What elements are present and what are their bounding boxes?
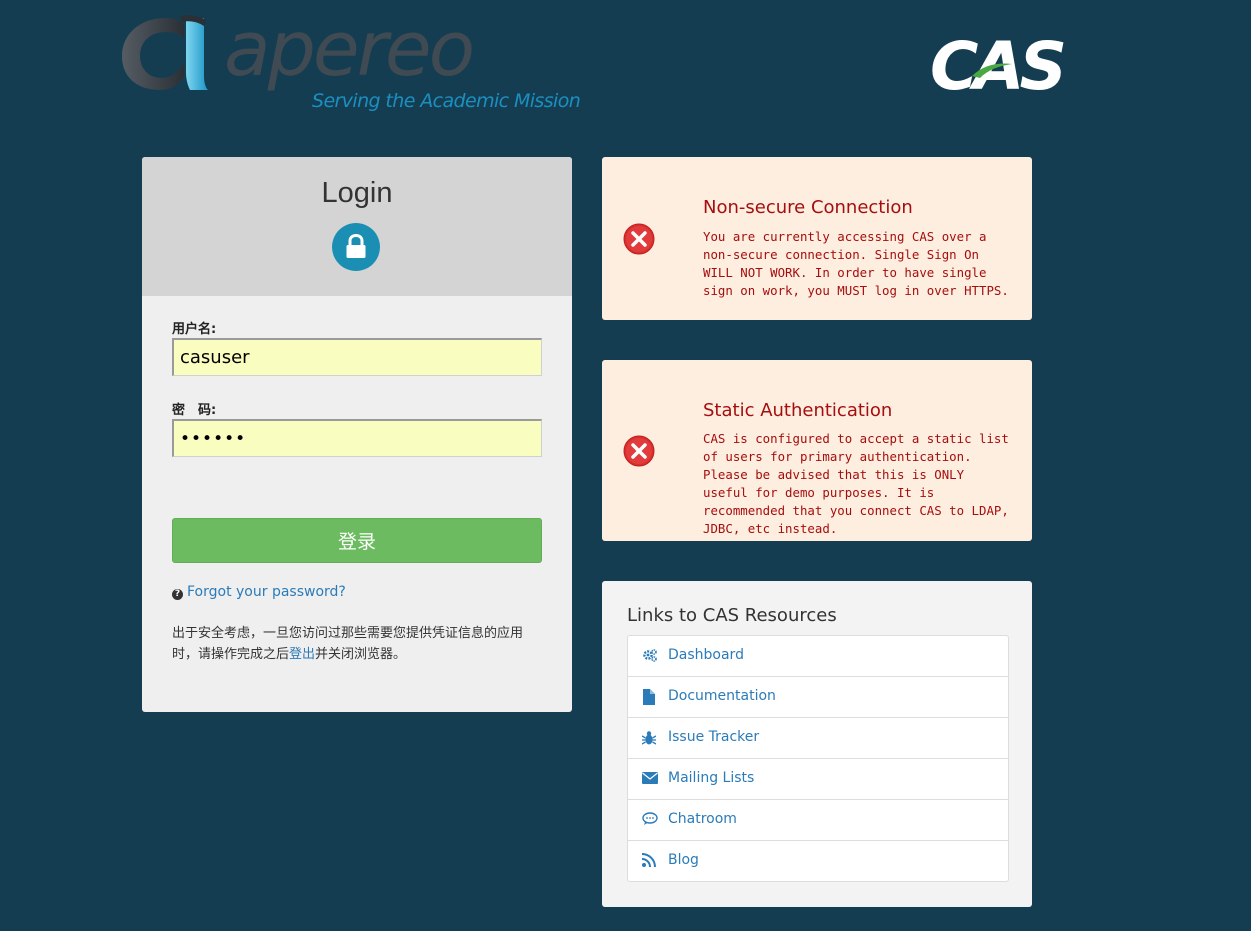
dashboard-link[interactable]: Dashboard xyxy=(668,647,744,663)
list-item: Chatroom xyxy=(628,800,1008,841)
apereo-mark-icon xyxy=(122,15,208,90)
password-input[interactable] xyxy=(172,419,542,457)
resources-list: Dashboard Documentation Issue Tracker Ma… xyxy=(627,635,1009,882)
security-note: 出于安全考虑，一旦您访问过那些需要您提供凭证信息的应用时，请操作完成之后登出并关… xyxy=(172,623,547,665)
file-icon xyxy=(643,689,655,705)
warning-card-static-auth: Static Authentication CAS is configured … xyxy=(602,360,1032,541)
list-item: Documentation xyxy=(628,677,1008,718)
warning-title: Non-secure Connection xyxy=(703,197,913,218)
list-item: Issue Tracker xyxy=(628,718,1008,759)
login-submit-button[interactable]: 登录 xyxy=(172,518,542,563)
cas-swoosh-icon xyxy=(972,63,1012,78)
username-label: 用户名: xyxy=(172,322,217,337)
warning-card-nonsecure: Non-secure Connection You are currently … xyxy=(602,157,1032,320)
warning-title: Static Authentication xyxy=(703,400,893,421)
envelope-icon xyxy=(642,772,658,784)
login-title: Login xyxy=(321,177,393,209)
bug-icon xyxy=(642,731,656,745)
login-header: Login xyxy=(142,157,572,296)
forgot-password-link[interactable]: Forgot your password? xyxy=(187,584,346,600)
apereo-logo: apereo Serving the Academic Mission xyxy=(120,4,600,124)
logout-link[interactable]: 登出 xyxy=(289,647,315,662)
error-x-icon xyxy=(623,435,655,467)
login-panel: Login 用户名: 密 码: 登录 ? Forgot your password… xyxy=(142,157,572,712)
apereo-wordmark: apereo xyxy=(224,4,475,93)
list-item: Mailing Lists xyxy=(628,759,1008,800)
security-note-text-end: 并关闭浏览器。 xyxy=(315,647,407,662)
list-item: Blog xyxy=(628,841,1008,881)
rss-icon xyxy=(642,853,656,867)
documentation-link[interactable]: Documentation xyxy=(668,688,776,704)
password-label: 密 码: xyxy=(172,403,217,418)
error-x-icon xyxy=(623,223,655,255)
comment-icon xyxy=(642,812,658,825)
mailing-lists-link[interactable]: Mailing Lists xyxy=(668,770,754,786)
resources-title: Links to CAS Resources xyxy=(627,605,837,626)
warning-body: CAS is configured to accept a static lis… xyxy=(703,431,1009,536)
chatroom-link[interactable]: Chatroom xyxy=(668,811,737,827)
issue-tracker-link[interactable]: Issue Tracker xyxy=(668,729,759,745)
blog-link[interactable]: Blog xyxy=(668,852,699,868)
lock-icon xyxy=(346,234,366,258)
lock-badge xyxy=(332,223,380,271)
resources-panel: Links to CAS Resources Dashboard Documen… xyxy=(602,581,1032,907)
warning-body: You are currently accessing CAS over a n… xyxy=(703,229,1009,298)
gears-icon xyxy=(643,649,657,662)
apereo-tagline: Serving the Academic Mission xyxy=(312,90,581,112)
username-input[interactable] xyxy=(172,338,542,376)
forgot-password-row: ? Forgot your password? xyxy=(172,584,346,600)
list-item: Dashboard xyxy=(628,636,1008,677)
question-circle-icon: ? xyxy=(172,589,183,600)
